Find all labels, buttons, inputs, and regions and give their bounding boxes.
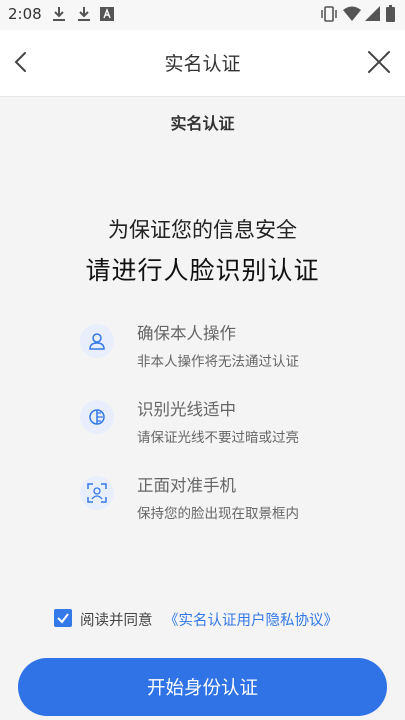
tip-desc: 非本人操作将无法通过认证	[137, 354, 299, 370]
download-icon	[77, 6, 91, 26]
start-verification-button[interactable]: 开始身份认证	[18, 658, 387, 716]
nav-bar: 实名认证	[0, 30, 405, 97]
section-title: 实名认证	[170, 114, 235, 133]
privacy-agreement-link[interactable]: 《实名认证用户隐私协议》	[164, 609, 338, 630]
person-icon	[80, 324, 114, 358]
tip-item: 识别光线适中 请保证光线不要过暗或过亮	[80, 396, 380, 456]
tip-title: 确保本人操作	[137, 324, 236, 343]
download-icon	[52, 6, 66, 26]
face-scan-icon	[80, 476, 114, 510]
wifi-icon	[343, 6, 361, 25]
tip-title: 正面对准手机	[137, 476, 236, 495]
agreement-checkbox[interactable]	[54, 609, 72, 627]
page-title: 实名认证	[164, 53, 241, 75]
a-badge-icon	[100, 6, 114, 25]
tip-item: 正面对准手机 保持您的脸出现在取景框内	[80, 472, 380, 532]
headline-line1: 为保证您的信息安全	[108, 218, 297, 242]
agreement-text: 阅读并同意	[80, 613, 153, 629]
status-time: 2:08	[8, 5, 42, 23]
tip-desc: 请保证光线不要过暗或过亮	[137, 430, 299, 446]
tip-title: 识别光线适中	[137, 400, 236, 419]
close-icon[interactable]	[365, 48, 393, 76]
status-bar: 2:08	[0, 0, 405, 30]
headline-line2: 请进行人脸识别认证	[85, 256, 320, 285]
battery-icon	[386, 5, 395, 26]
brightness-icon	[80, 400, 114, 434]
vibrate-icon	[320, 6, 338, 26]
tip-desc: 保持您的脸出现在取景框内	[137, 506, 299, 522]
tip-item: 确保本人操作 非本人操作将无法通过认证	[80, 320, 380, 380]
signal-icon	[365, 6, 380, 25]
